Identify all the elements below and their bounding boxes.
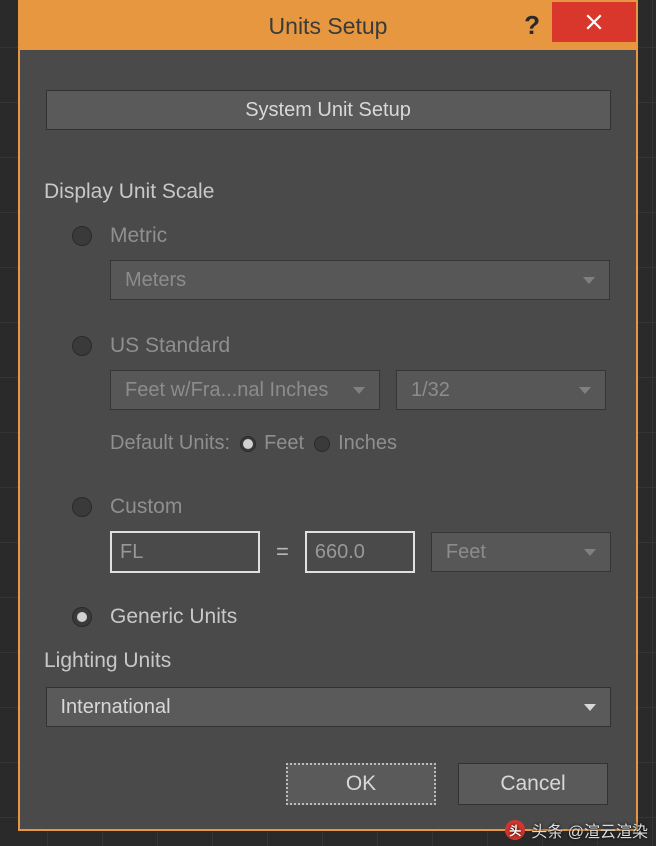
radio-row-custom: Custom [72, 495, 612, 519]
watermark: 头 头条 @渲云渲染 [505, 818, 648, 842]
us-standard-dropdown[interactable]: Feet w/Fra...nal Inches [110, 370, 380, 410]
radio-label-metric: Metric [110, 224, 167, 248]
watermark-logo-icon: 头 [505, 820, 525, 840]
radio-label-custom: Custom [110, 495, 182, 519]
ok-button[interactable]: OK [286, 763, 436, 805]
default-feet-label: Feet [264, 432, 304, 455]
us-fraction-value: 1/32 [411, 379, 450, 402]
radio-row-generic: Generic Units [72, 605, 612, 629]
radio-label-generic: Generic Units [110, 605, 237, 629]
custom-abbrev-input[interactable]: FL [110, 531, 260, 573]
radio-row-us-standard: US Standard [72, 334, 612, 358]
us-fraction-dropdown[interactable]: 1/32 [396, 370, 606, 410]
chevron-down-icon [583, 277, 595, 284]
chevron-down-icon [579, 387, 591, 394]
radio-us-standard[interactable] [72, 336, 92, 356]
display-unit-scale-label: Display Unit Scale [44, 180, 612, 204]
radio-generic[interactable] [72, 607, 92, 627]
custom-value-input[interactable]: 660.0 [305, 531, 415, 573]
radio-row-metric: Metric [72, 224, 612, 248]
titlebar[interactable]: Units Setup ? [20, 2, 636, 50]
radio-metric[interactable] [72, 226, 92, 246]
system-unit-setup-button[interactable]: System Unit Setup [46, 90, 611, 130]
dialog-title: Units Setup [269, 13, 388, 40]
radio-custom[interactable] [72, 497, 92, 517]
default-units-label: Default Units: [110, 432, 230, 455]
dialog-button-row: OK Cancel [44, 763, 612, 805]
default-inches-label: Inches [338, 432, 397, 455]
close-icon [585, 13, 603, 31]
equals-sign: = [276, 539, 289, 565]
lighting-units-value: International [61, 696, 171, 719]
metric-dropdown-value: Meters [125, 269, 186, 292]
lighting-units-label: Lighting Units [44, 649, 612, 673]
dialog-body: System Unit Setup Display Unit Scale Met… [20, 50, 636, 829]
close-button[interactable] [552, 2, 636, 42]
help-icon[interactable]: ? [524, 10, 540, 41]
radio-default-inches[interactable] [314, 436, 330, 452]
lighting-units-dropdown[interactable]: International [46, 687, 611, 727]
cancel-button[interactable]: Cancel [458, 763, 608, 805]
watermark-text: 头条 @渲云渲染 [531, 818, 648, 842]
metric-dropdown[interactable]: Meters [110, 260, 610, 300]
default-units-row: Default Units: Feet Inches [110, 432, 612, 455]
radio-default-feet[interactable] [240, 436, 256, 452]
radio-label-us-standard: US Standard [110, 334, 230, 358]
us-standard-value: Feet w/Fra...nal Inches [125, 379, 328, 402]
chevron-down-icon [353, 387, 365, 394]
chevron-down-icon [584, 549, 596, 556]
custom-unit-dropdown[interactable]: Feet [431, 532, 611, 572]
custom-unit-value: Feet [446, 541, 486, 564]
chevron-down-icon [584, 704, 596, 711]
units-setup-dialog: Units Setup ? System Unit Setup Display … [18, 0, 638, 831]
